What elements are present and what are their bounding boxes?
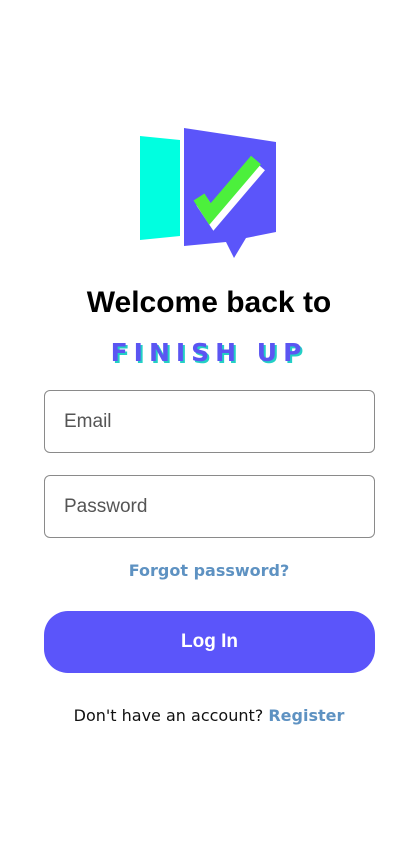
email-field[interactable] xyxy=(44,390,375,453)
register-prompt: Don't have an account? Register xyxy=(0,705,418,727)
brand-name: FINISH UP xyxy=(110,338,308,367)
finish-up-logo-icon xyxy=(138,124,280,260)
password-field[interactable] xyxy=(44,475,375,538)
register-prompt-text: Don't have an account? xyxy=(73,706,264,725)
login-button[interactable]: Log In xyxy=(44,611,375,673)
forgot-password-link[interactable]: Forgot password? xyxy=(0,560,418,582)
welcome-heading: Welcome back to xyxy=(86,286,332,319)
register-link[interactable]: Register xyxy=(268,706,344,725)
